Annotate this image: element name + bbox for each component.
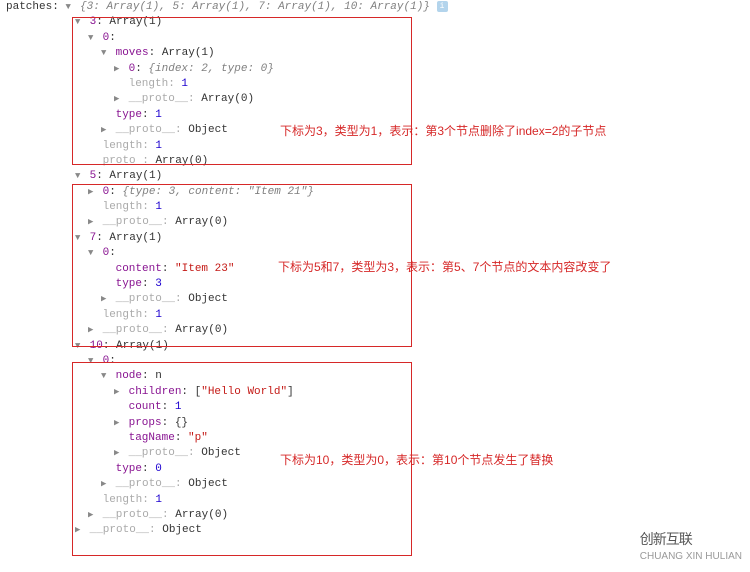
caret-icon[interactable] xyxy=(75,170,83,183)
tree-row-10-tagname[interactable]: tagName: "p" xyxy=(0,431,750,446)
caret-icon[interactable] xyxy=(75,16,83,29)
logo-brand: 创新互联 xyxy=(640,531,692,547)
caret-icon[interactable] xyxy=(114,447,122,460)
caret-icon[interactable] xyxy=(88,32,96,45)
tree-row-3-0[interactable]: 0: xyxy=(0,31,750,46)
caret-icon[interactable] xyxy=(65,1,73,14)
annotation-1: 下标为3，类型为1，表示：第3个节点删除了index=2的子节点 xyxy=(280,123,606,140)
tree-row-7[interactable]: 7: Array(1) xyxy=(0,231,750,246)
caret-icon[interactable] xyxy=(114,386,122,399)
caret-icon[interactable] xyxy=(114,93,122,106)
watermark-logo: 创新互联 CHUANG XIN HULIAN xyxy=(640,530,742,564)
caret-icon[interactable] xyxy=(75,232,83,245)
tree-row-3[interactable]: 3: Array(1) xyxy=(0,15,750,30)
tree-row-5[interactable]: 5: Array(1) xyxy=(0,169,750,184)
tree-row-7-proto[interactable]: __proto__: Array(0) xyxy=(0,323,750,338)
tree-row-5-proto[interactable]: __proto__: Array(0) xyxy=(0,215,750,230)
tree-row-length-outer[interactable]: length: 1 xyxy=(0,139,750,154)
caret-icon[interactable] xyxy=(101,478,109,491)
caret-icon[interactable] xyxy=(101,293,109,306)
tree-row-5-0[interactable]: 0: {type: 3, content: "Item 21"} xyxy=(0,185,750,200)
tree-row-7-proto-obj[interactable]: __proto__: Object xyxy=(0,292,750,307)
tree-row-10-children[interactable]: children: ["Hello World"] xyxy=(0,385,750,400)
tree-row-7-type[interactable]: type: 3 xyxy=(0,277,750,292)
moves-key: moves xyxy=(116,47,149,59)
caret-icon[interactable] xyxy=(101,47,109,60)
root-preview: {3: Array(1), 5: Array(1), 7: Array(1), … xyxy=(80,1,430,13)
root-key: patches: xyxy=(6,1,59,13)
caret-icon[interactable] xyxy=(88,216,96,229)
caret-icon[interactable] xyxy=(88,186,96,199)
info-icon[interactable]: i xyxy=(437,1,448,12)
caret-icon[interactable] xyxy=(101,370,109,383)
type-label: Array(1) xyxy=(109,16,162,28)
caret-icon[interactable] xyxy=(75,340,83,353)
caret-icon[interactable] xyxy=(114,417,122,430)
tree-row-10-node[interactable]: node: n xyxy=(0,369,750,384)
tree-row-type[interactable]: type: 1 xyxy=(0,108,750,123)
caret-icon[interactable] xyxy=(88,247,96,260)
tree-row-outer-proto[interactable]: __proto__: Object xyxy=(0,523,750,538)
caret-icon[interactable] xyxy=(88,355,96,368)
tree-row-10-proto-arr[interactable]: __proto__: Array(0) xyxy=(0,508,750,523)
tree-row-10-length[interactable]: length: 1 xyxy=(0,493,750,508)
tree-row-10[interactable]: 10: Array(1) xyxy=(0,339,750,354)
tree-row-10-0[interactable]: 0: xyxy=(0,354,750,369)
tree-row-10-count[interactable]: count: 1 xyxy=(0,400,750,415)
tree-row-10-props[interactable]: props: {} xyxy=(0,416,750,431)
tree-row-7-length[interactable]: length: 1 xyxy=(0,308,750,323)
tree-row-length[interactable]: length: 1 xyxy=(0,77,750,92)
tree-row-5-length[interactable]: length: 1 xyxy=(0,200,750,215)
annotation-2: 下标为5和7，类型为3，表示：第5、7个节点的文本内容改变了 xyxy=(278,259,611,276)
caret-icon[interactable] xyxy=(114,63,122,76)
tree-row-10-proto-obj2[interactable]: __proto__: Object xyxy=(0,477,750,492)
tree-row-moves-0[interactable]: 0: {index: 2, type: 0} xyxy=(0,62,750,77)
caret-icon[interactable] xyxy=(75,524,83,537)
annotation-3: 下标为10，类型为0，表示：第10个节点发生了替换 xyxy=(280,452,553,469)
logo-sub: CHUANG XIN HULIAN xyxy=(640,551,742,562)
caret-icon[interactable] xyxy=(88,509,96,522)
caret-icon[interactable] xyxy=(101,124,109,137)
tree-row-proto-outer[interactable]: proto : Array(0) xyxy=(0,154,750,169)
tree-row-moves[interactable]: moves: Array(1) xyxy=(0,46,750,61)
caret-icon[interactable] xyxy=(88,324,96,337)
tree-row-proto[interactable]: __proto__: Array(0) xyxy=(0,92,750,107)
root-row[interactable]: patches: {3: Array(1), 5: Array(1), 7: A… xyxy=(0,0,750,15)
